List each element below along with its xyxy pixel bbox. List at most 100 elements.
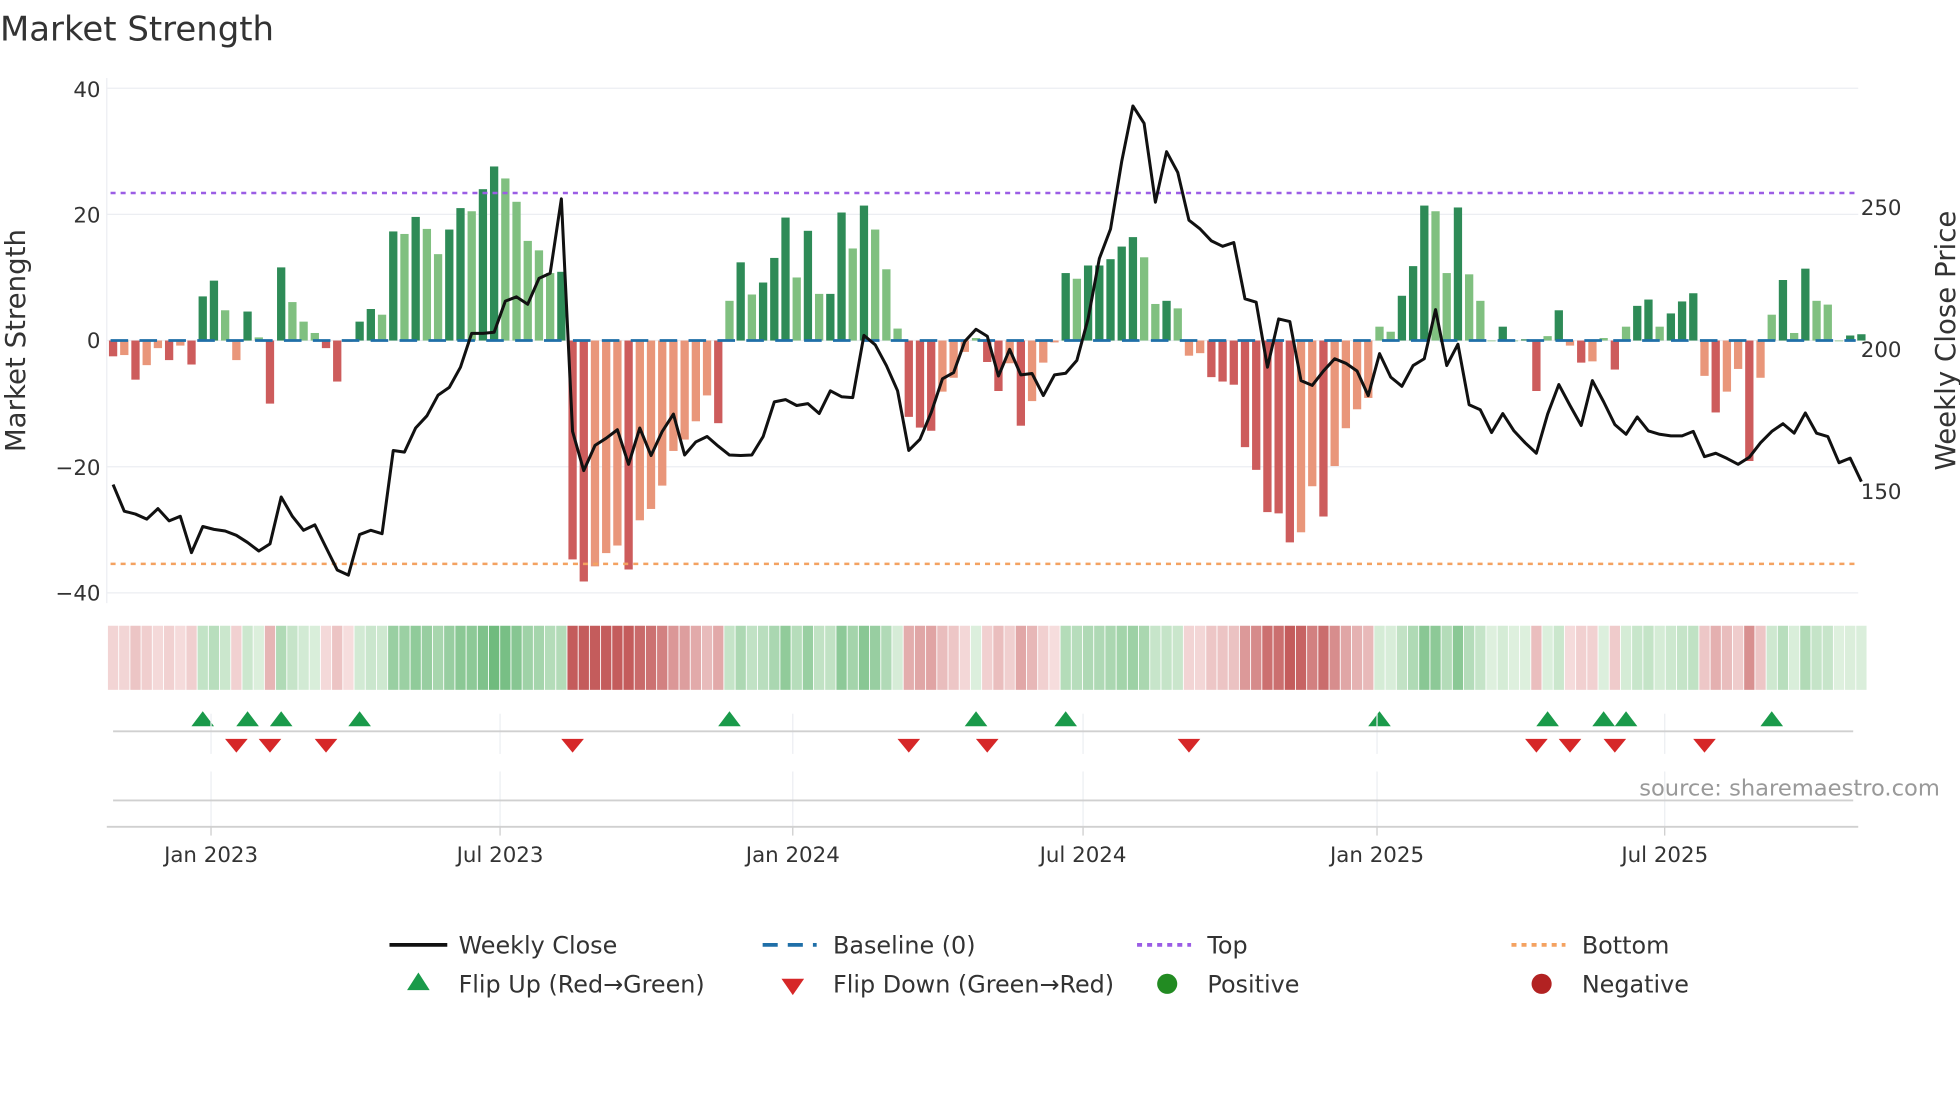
- negative-strength-bar: [1733, 340, 1743, 369]
- positive-strength-bar: [1128, 237, 1138, 341]
- y-tick-label: 40: [73, 78, 100, 103]
- negative-strip-cell: [186, 625, 197, 690]
- positive-strip-cell: [1508, 625, 1520, 690]
- positive-strip-cell: [1385, 625, 1396, 690]
- negative-strength-bar: [108, 340, 118, 357]
- positive-strip-cell: [1463, 625, 1475, 690]
- negative-strip-cell: [1307, 625, 1318, 690]
- flip-up-marker: [236, 711, 259, 727]
- positive-strip-cell: [1520, 625, 1531, 690]
- positive-strength-bar: [1375, 326, 1384, 341]
- positive-strip-cell: [858, 625, 870, 690]
- legend-label: Positive: [1207, 971, 1299, 999]
- negative-strength-bar: [131, 340, 140, 380]
- flip-up-marker: [718, 711, 741, 727]
- x-tick-label: Jul 2023: [455, 843, 544, 868]
- negative-strip-cell: [1015, 625, 1027, 690]
- y2-axis-title: Weekly Close Price: [1929, 211, 1960, 471]
- negative-strip-cell: [264, 625, 276, 690]
- positive-strength-bar: [1072, 278, 1082, 341]
- y2-tick-label: 250: [1861, 196, 1902, 221]
- positive-strip-cell: [825, 625, 836, 690]
- positive-strip-cell: [870, 625, 881, 690]
- negative-strip-cell: [1744, 625, 1755, 690]
- positive-strength-bar: [1464, 274, 1474, 341]
- negative-strip-cell: [163, 625, 175, 690]
- flip-up-marker: [348, 711, 371, 727]
- negative-strength-bar: [120, 340, 129, 356]
- positive-strip-cell: [1856, 625, 1867, 690]
- positive-strip-cell: [769, 625, 780, 690]
- flip-down-marker: [314, 738, 338, 753]
- negative-strip-cell: [993, 625, 1004, 690]
- strength-bars: [108, 166, 1866, 582]
- legend-label: Flip Down (Green→Red): [833, 971, 1114, 999]
- positive-strip-cell: [242, 625, 253, 690]
- negative-strip-cell: [679, 625, 690, 690]
- positive-strip-cell: [298, 625, 309, 690]
- positive-strip-cell: [197, 625, 208, 690]
- negative-strip-cell: [119, 625, 130, 690]
- positive-strength-bar: [859, 205, 869, 341]
- positive-strength-bar: [882, 269, 891, 341]
- positive-strength-bar: [758, 282, 768, 341]
- flip-up-marker: [964, 711, 988, 727]
- x-tick-label: Jul 2025: [1619, 843, 1708, 868]
- negative-strength-bar: [1285, 340, 1294, 543]
- positive-strength-bar: [512, 201, 521, 341]
- negative-strength-bar: [691, 340, 700, 422]
- positive-strength-bar: [1162, 300, 1171, 341]
- positive-strip-cell: [970, 625, 982, 690]
- flip-up-marker: [1592, 711, 1615, 727]
- negative-strip-cell: [1732, 625, 1744, 690]
- positive-strength-bar: [837, 212, 846, 341]
- negative-strip-cell: [903, 625, 914, 690]
- positive-strip-cell: [1116, 625, 1127, 690]
- negative-strip-cell: [567, 625, 578, 690]
- chart-title: Market Strength: [0, 9, 274, 48]
- flip-up-marker: [1054, 711, 1077, 727]
- y2-tick-label: 200: [1861, 338, 1902, 363]
- legend-item-baseline: Baseline (0): [762, 932, 976, 960]
- positive-strip-cell: [1789, 625, 1800, 690]
- positive-strength-bar: [221, 310, 230, 341]
- negative-strip-cell: [1038, 625, 1049, 690]
- positive-strip-cell: [477, 625, 489, 690]
- negative-strip-cell: [1049, 625, 1060, 690]
- negative-strip-cell: [1295, 625, 1307, 690]
- legend: Weekly Close Baseline (0) Top Bottom Fli…: [389, 932, 1689, 999]
- positive-strip-cell: [1811, 625, 1822, 690]
- negative-strip-cell: [601, 625, 612, 690]
- legend-label: Baseline (0): [833, 932, 976, 960]
- negative-strength-bar: [1722, 340, 1732, 392]
- negative-strip-cell: [1239, 625, 1251, 690]
- positive-strength-bar: [209, 280, 219, 341]
- y-tick-label: 20: [73, 203, 100, 228]
- positive-strength-bar: [826, 293, 835, 341]
- positive-strength-bar: [1453, 207, 1463, 341]
- positive-strength-bar: [400, 233, 409, 341]
- positive-strip-cell: [1396, 625, 1408, 690]
- positive-strip-cell: [1822, 625, 1833, 690]
- positive-strength-bar: [747, 294, 757, 341]
- negative-strip-cell: [1531, 625, 1542, 690]
- positive-strip-cell: [757, 625, 769, 690]
- negative-strength-bar: [333, 340, 342, 382]
- negative-strength-bar: [1711, 340, 1720, 413]
- negative-strip-cell: [1262, 625, 1273, 690]
- negative-strength-bar: [646, 340, 656, 509]
- x-tick-label: Jul 2024: [1038, 843, 1127, 868]
- positive-strength-bar: [288, 302, 297, 341]
- positive-strip-cell: [399, 625, 410, 690]
- triangle-up-icon: [407, 972, 430, 991]
- negative-strip-cell: [1284, 625, 1295, 690]
- positive-strength-bar: [445, 229, 454, 341]
- negative-strength-bar: [1610, 340, 1619, 370]
- positive-strip-cell: [421, 625, 433, 690]
- positive-strength-bar: [1812, 300, 1821, 341]
- x-tick-label: Jan 2025: [1328, 843, 1424, 868]
- positive-strip-cell: [1374, 625, 1385, 690]
- positive-strength-bar: [848, 248, 857, 341]
- positive-strip-cell: [791, 625, 802, 690]
- negative-strength-bar: [1274, 340, 1283, 514]
